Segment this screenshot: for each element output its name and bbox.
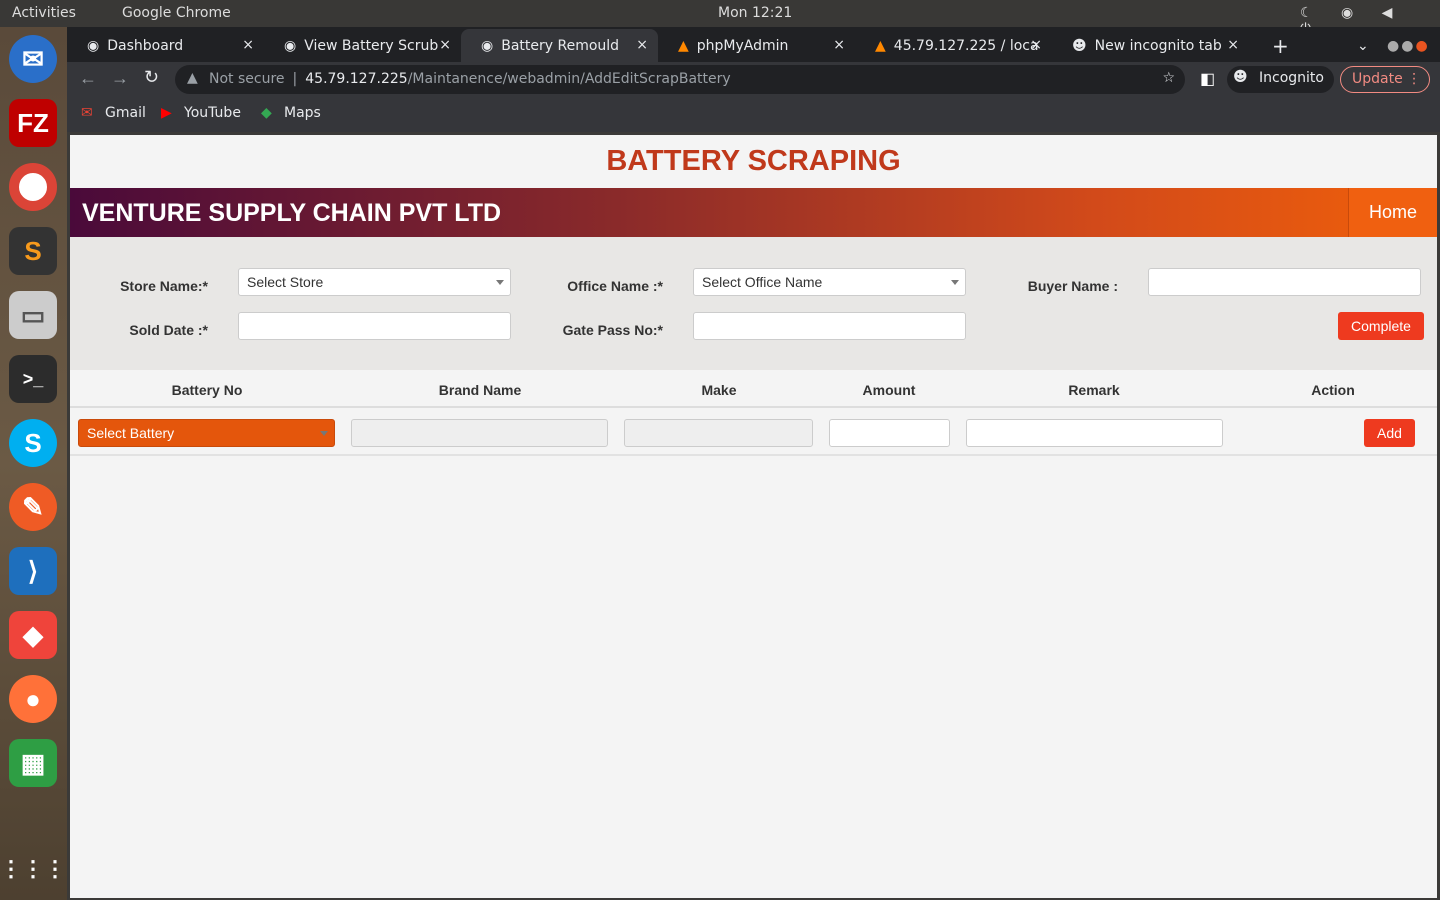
incognito-icon: ☻	[1233, 69, 1248, 85]
col-action: Action	[1311, 382, 1355, 398]
bookmark-gmail[interactable]: Gmail	[105, 105, 146, 121]
phpmyadmin-icon: ▲	[678, 37, 689, 54]
tab-strip: ◉ Dashboard × ◉ View Battery Scrub × ◉ Batter…	[67, 27, 1440, 62]
clock[interactable]: Mon 12:21	[718, 5, 792, 21]
anydesk-icon[interactable]: ◆	[9, 611, 57, 659]
remark-input[interactable]	[966, 419, 1223, 447]
battery-select[interactable]: Select Battery	[78, 419, 335, 447]
store-select[interactable]: Select Store	[238, 268, 511, 296]
incognito-icon: ☻	[1072, 37, 1087, 54]
show-apps-icon[interactable]: ⋮⋮⋮	[0, 845, 66, 893]
tab-search-icon[interactable]: ⌄	[1337, 29, 1369, 62]
window-controls[interactable]: ●● ●	[1367, 29, 1440, 62]
tab-phpmyadmin[interactable]: ▲ phpMyAdmin ×	[658, 29, 855, 62]
update-button[interactable]: Update ⋮	[1340, 66, 1430, 93]
company-name: VENTURE SUPPLY CHAIN PVT LTD	[82, 199, 502, 227]
files-icon[interactable]: ▭	[9, 291, 57, 339]
make-input	[624, 419, 813, 447]
app-menu[interactable]: Google Chrome	[122, 5, 231, 21]
close-icon[interactable]: ×	[1227, 37, 1239, 53]
toolbar: ← → ↻ ▲ Not secure | 45.79.127.225/Maintan…	[67, 62, 1440, 97]
col-remark: Remark	[1068, 382, 1120, 398]
filezilla-icon[interactable]: FZ	[9, 99, 57, 147]
sold-date-label: Sold Date :*	[129, 322, 208, 338]
close-icon[interactable]: ×	[833, 37, 845, 53]
company-banner: VENTURE SUPPLY CHAIN PVT LTD Home	[70, 188, 1437, 237]
reload-icon[interactable]: ↻	[144, 67, 159, 88]
tab-view-battery[interactable]: ◉ View Battery Scrub ×	[264, 29, 461, 62]
close-icon[interactable]: ×	[636, 37, 648, 53]
skype-icon[interactable]: S	[9, 419, 57, 467]
activities-button[interactable]: Activities	[12, 5, 76, 21]
warning-icon: ▲	[187, 70, 198, 86]
forward-icon[interactable]: →	[111, 68, 129, 89]
amount-input[interactable]	[829, 419, 950, 447]
complete-button[interactable]: Complete	[1338, 312, 1424, 340]
bookmark-star-icon[interactable]: ☆	[1162, 70, 1175, 86]
calc-icon[interactable]: ▦	[9, 739, 57, 787]
maps-icon: ◆	[261, 105, 272, 121]
buyer-name-input[interactable]	[1148, 268, 1421, 296]
tab-phpmyadmin-2[interactable]: ▲ 45.79.127.225 / loca ×	[855, 29, 1052, 62]
col-battery-no: Battery No	[171, 382, 243, 398]
close-icon[interactable]: ×	[439, 37, 451, 53]
buyer-name-label: Buyer Name :	[1027, 278, 1118, 294]
system-top-bar: Activities Google Chrome Mon 12:21 ☾ ◉ ◀…	[0, 0, 1440, 37]
scrap-form: Store Name:* Select Store Office Name :*…	[70, 237, 1437, 370]
web-page: BATTERY SCRAPING VENTURE SUPPLY CHAIN PV…	[70, 135, 1437, 898]
gate-pass-input[interactable]	[693, 312, 966, 340]
store-name-label: Store Name:*	[120, 278, 208, 294]
gmail-icon: ✉	[81, 105, 93, 121]
sold-date-input[interactable]	[238, 312, 511, 340]
address-bar[interactable]: ▲ Not secure | 45.79.127.225/Maintanence/w…	[175, 65, 1185, 94]
globe-icon: ◉	[87, 37, 100, 54]
col-amount: Amount	[862, 382, 916, 398]
tab-battery-remould[interactable]: ◉ Battery Remould ×	[461, 29, 658, 62]
incognito-badge[interactable]: ☻ Incognito	[1227, 66, 1334, 93]
globe-icon: ◉	[481, 37, 494, 54]
add-button[interactable]: Add	[1364, 419, 1415, 447]
postman-icon[interactable]: ✎	[9, 483, 57, 531]
phpmyadmin-icon: ▲	[875, 37, 886, 54]
table-row: Select Battery Add	[70, 408, 1437, 456]
new-tab-button[interactable]: +	[1252, 29, 1289, 62]
youtube-icon: ▶	[161, 105, 172, 121]
gate-pass-label: Gate Pass No:*	[562, 322, 663, 338]
office-select[interactable]: Select Office Name	[693, 268, 966, 296]
bookmark-youtube[interactable]: YouTube	[184, 105, 241, 121]
table-header: Battery No Brand Name Make Amount Remark…	[70, 370, 1437, 408]
dock: ✉ FZ S ▭ >_ S ✎ ⟩ ◆ ● ▦ ⋮⋮⋮	[0, 27, 67, 900]
bookmarks-bar: ✉ Gmail ▶ YouTube ◆ Maps	[67, 97, 1440, 132]
chrome-icon[interactable]	[9, 163, 57, 211]
side-panel-icon[interactable]: ◧	[1200, 69, 1215, 89]
close-icon[interactable]: ×	[1030, 37, 1042, 53]
thunderbird-icon[interactable]: ✉	[9, 35, 57, 83]
vscode-icon[interactable]: ⟩	[9, 547, 57, 595]
home-button[interactable]: Home	[1348, 188, 1437, 237]
tab-incognito[interactable]: ☻ New incognito tab ×	[1052, 29, 1249, 62]
firefox-icon[interactable]: ●	[9, 675, 57, 723]
tab-dashboard[interactable]: ◉ Dashboard ×	[67, 29, 264, 62]
bookmark-maps[interactable]: Maps	[284, 105, 321, 121]
back-icon[interactable]: ←	[79, 68, 97, 89]
col-make: Make	[701, 382, 737, 398]
office-name-label: Office Name :*	[567, 278, 663, 294]
brand-name-input	[351, 419, 608, 447]
sublime-icon[interactable]: S	[9, 227, 57, 275]
page-title: BATTERY SCRAPING	[606, 145, 901, 177]
browser-window: ◉ Dashboard × ◉ View Battery Scrub × ◉ Batter…	[67, 27, 1440, 132]
globe-icon: ◉	[284, 37, 297, 54]
terminal-icon[interactable]: >_	[9, 355, 57, 403]
close-icon[interactable]: ×	[242, 37, 254, 53]
col-brand-name: Brand Name	[438, 382, 522, 398]
